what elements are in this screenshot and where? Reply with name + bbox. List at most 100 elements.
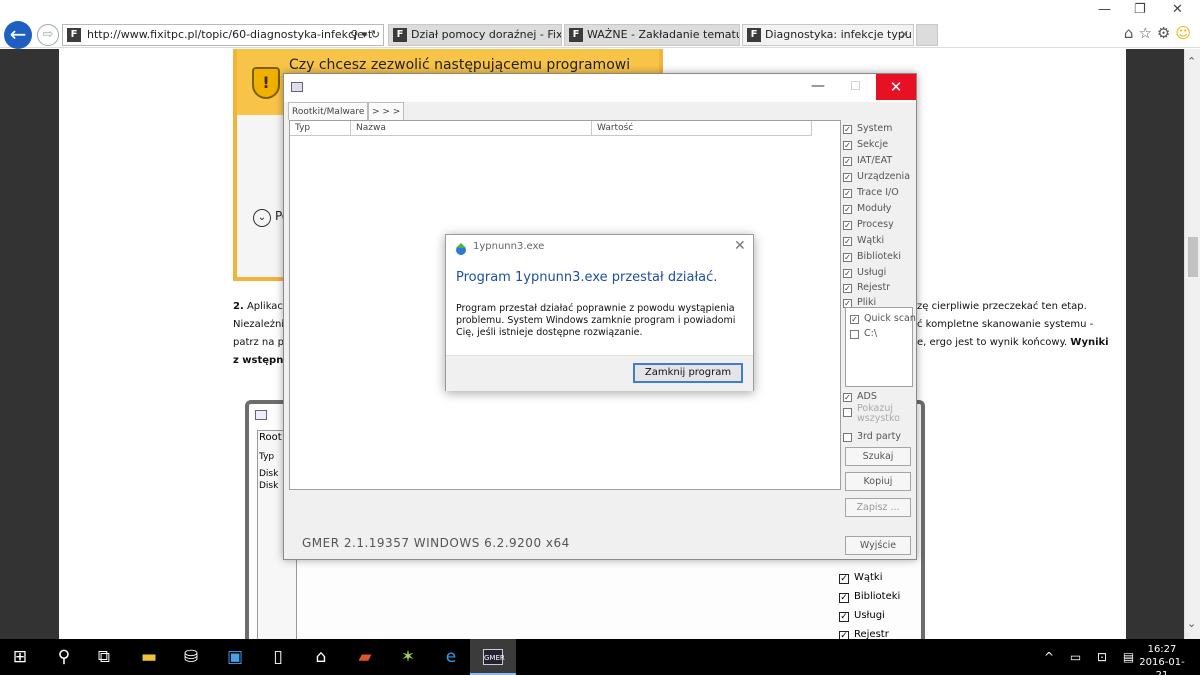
- column-header-value[interactable]: Wartość: [592, 121, 812, 136]
- tab-more[interactable]: > > >: [368, 102, 405, 120]
- gear-icon[interactable]: ⚙: [1157, 24, 1175, 42]
- page-gutter-right: [1126, 49, 1184, 639]
- shot2-row: Disk: [259, 481, 279, 491]
- option-processes[interactable]: ✓ Procesy: [843, 217, 894, 232]
- tab-favicon-icon: F: [569, 28, 583, 42]
- option-3rd-party[interactable]: ✓3rd party: [843, 429, 901, 444]
- tab-close-icon[interactable]: ✕: [900, 25, 909, 45]
- tab-favicon-icon: F: [393, 28, 407, 42]
- back-arrow-icon[interactable]: ←: [4, 21, 32, 49]
- restore-icon[interactable]: ❐: [1134, 2, 1146, 17]
- minimize-icon[interactable]: —: [811, 78, 825, 94]
- close-icon[interactable]: ✕: [734, 238, 746, 254]
- crash-dialog: 1ypnunn3.exe ✕ Program 1ypnunn3.exe prze…: [445, 234, 754, 391]
- task-view-icon[interactable]: ⧉: [94, 647, 114, 667]
- forward-arrow-icon[interactable]: ⇨: [37, 24, 59, 46]
- column-header-name[interactable]: Nazwa: [351, 121, 592, 136]
- checkbox-icon: ✓: [843, 433, 852, 442]
- scroll-thumb[interactable]: [1188, 237, 1198, 277]
- close-button[interactable]: ✕: [876, 74, 916, 100]
- tab-favicon-icon: F: [747, 28, 761, 42]
- clock-date: 2016-01-21: [1139, 657, 1185, 675]
- option-services[interactable]: ✓ Usługi: [843, 265, 886, 280]
- checkbox-icon: ✓: [843, 157, 852, 166]
- ie-icon[interactable]: e: [441, 647, 461, 667]
- file-explorer-icon[interactable]: ▬: [139, 647, 159, 667]
- checkbox-icon: ✓: [839, 612, 849, 622]
- option-devices[interactable]: ✓ Urządzenia: [843, 169, 910, 184]
- star-icon[interactable]: ☆: [1138, 24, 1156, 42]
- search-icon[interactable]: ⚲: [54, 647, 74, 667]
- tab-rootkit-malware[interactable]: Rootkit/Malware: [288, 102, 369, 120]
- store-icon[interactable]: ⛁: [181, 647, 201, 667]
- gmer-version-status: GMER 2.1.19357 WINDOWS 6.2.9200 x64: [302, 536, 570, 550]
- option-quick-scan[interactable]: ✓ Quick scan: [850, 311, 916, 326]
- scroll-down-icon[interactable]: ⌄: [1187, 617, 1196, 630]
- minimize-icon[interactable]: —: [1098, 2, 1111, 17]
- option-system[interactable]: ✓ System: [843, 121, 892, 136]
- shot2-tab: Root: [259, 432, 282, 443]
- document-icon[interactable]: ▯: [268, 647, 288, 667]
- window-controls: — ❐ ✕: [1090, 2, 1200, 20]
- option-trace-io[interactable]: ✓ Trace I/O: [843, 185, 899, 200]
- option-threads[interactable]: ✓ Wątki: [843, 233, 884, 248]
- article-line-r3: e, ergo jest to wynik końcowy. Wyniki: [917, 337, 1109, 348]
- home-icon[interactable]: ⌂: [1124, 24, 1139, 42]
- system-tray[interactable]: ^ ▭ ⊡ ▤: [1044, 650, 1140, 664]
- scan-button[interactable]: Szukaj: [845, 447, 911, 466]
- tab-2[interactable]: F WAŻNE - Zakładanie tematu: o...: [564, 24, 740, 46]
- checkbox-icon: ✓: [843, 173, 852, 182]
- gmer-icon[interactable]: GMER: [483, 649, 505, 665]
- shot2-checks: ✓ Wątki ✓ Biblioteki ✓ Usługi ✓ Rejestr: [839, 568, 900, 644]
- checkbox-icon: ✓: [850, 330, 859, 339]
- copy-button[interactable]: Kopiuj: [845, 472, 911, 491]
- option-libraries[interactable]: ✓ Biblioteki: [843, 249, 901, 264]
- checkbox-icon: ✓: [843, 269, 852, 278]
- powerpoint-icon[interactable]: ▰: [355, 647, 375, 667]
- tool-icon[interactable]: ✶: [398, 647, 418, 667]
- start-icon[interactable]: ⊞: [10, 647, 30, 667]
- shot2-check: ✓ Biblioteki: [839, 591, 901, 603]
- clock[interactable]: 16:27 2016-01-21: [1134, 643, 1190, 675]
- option-drive-c[interactable]: ✓C:\: [850, 326, 877, 341]
- gmer-titlebar[interactable]: — ☐ ✕: [284, 74, 916, 102]
- tab-label: Dział pomocy doraźnej - Fixitp...: [411, 28, 562, 41]
- scroll-up-icon[interactable]: ⌃: [1187, 55, 1196, 68]
- checkbox-icon: ✓: [843, 221, 852, 230]
- checkbox-icon: ✓: [843, 253, 852, 262]
- smiley-icon[interactable]: ☺: [1175, 24, 1196, 42]
- address-bar[interactable]: F http://www.fixitpc.pl/topic/60-diagnos…: [62, 24, 384, 46]
- column-header-type[interactable]: Typ: [290, 121, 351, 136]
- shot2-row: Disk: [259, 469, 279, 479]
- exit-button[interactable]: Wyjście: [845, 536, 911, 555]
- option-sections[interactable]: ✓ Sekcje: [843, 137, 888, 152]
- checkbox-icon: ✓: [843, 284, 852, 293]
- option-registry[interactable]: ✓ Rejestr: [843, 280, 890, 295]
- option-modules[interactable]: ✓ Moduły: [843, 201, 891, 216]
- article-line-2: Niezależni: [233, 319, 285, 330]
- checkbox-icon: ✓: [839, 593, 849, 603]
- shot2-check: ✓ Usługi: [839, 610, 885, 622]
- close-icon[interactable]: ✕: [1172, 2, 1183, 17]
- tab-3-active[interactable]: F Diagnostyka: infekcje typu r... ✕: [742, 24, 914, 46]
- article-line-r2: ć kompletne skanowanie systemu -: [917, 319, 1094, 330]
- checkbox-icon: ✓: [843, 408, 852, 417]
- checkbox-icon: ✓: [843, 205, 852, 214]
- new-tab-button[interactable]: [916, 24, 938, 46]
- option-iat-eat[interactable]: ✓ IAT/EAT: [843, 153, 892, 168]
- dialog-footer: Zamknij program: [446, 355, 753, 391]
- tab-1[interactable]: F Dział pomocy doraźnej - Fixitp...: [388, 24, 562, 46]
- dialog-title: 1ypnunn3.exe: [473, 241, 545, 252]
- search-refresh-icon[interactable]: ⚲ ▾ ↻: [350, 25, 380, 45]
- checkbox-icon: ✓: [843, 393, 852, 402]
- page-gutter-left: [0, 49, 59, 639]
- home-icon[interactable]: ⌂: [311, 647, 331, 667]
- dialog-heading: Program 1ypnunn3.exe przestał działać.: [456, 270, 718, 285]
- dialog-message: Program przestał działać poprawnie z pow…: [456, 303, 736, 338]
- close-program-button[interactable]: Zamknij program: [633, 363, 743, 383]
- save-button[interactable]: Zapisz ...: [845, 498, 911, 517]
- option-show-all[interactable]: ✓Pokazuj wszystko: [843, 404, 900, 426]
- option-ads[interactable]: ✓ ADS: [843, 389, 877, 404]
- page-scrollbar[interactable]: ⌃ ⌄: [1184, 49, 1200, 639]
- remote-icon[interactable]: ▣: [225, 647, 245, 667]
